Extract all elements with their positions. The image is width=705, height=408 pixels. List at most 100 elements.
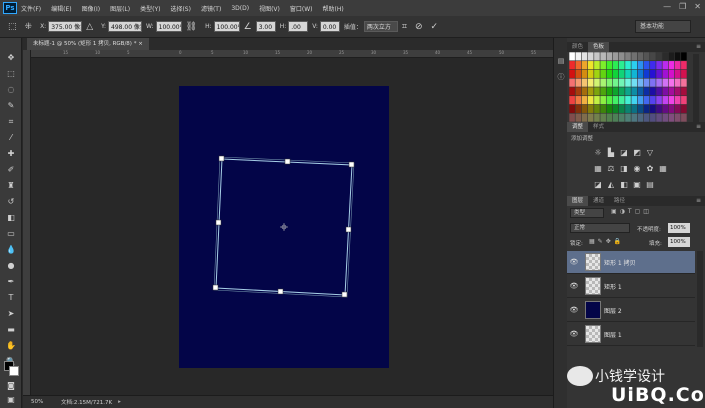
layers-scrollbar[interactable] [697,251,703,347]
visibility-eye-icon[interactable]: 👁 [567,282,581,290]
color-swatch[interactable] [612,113,619,122]
color-swatch[interactable] [668,78,675,87]
color-swatch[interactable] [662,78,669,87]
stamp-tool-icon[interactable]: ♜ [4,180,18,192]
gradient-map-icon[interactable]: ▤ [645,180,655,190]
color-swatch[interactable] [587,61,594,70]
close-icon[interactable]: ✕ [694,2,701,11]
color-swatch[interactable] [643,69,650,78]
color-swatch[interactable] [650,78,656,87]
color-swatch[interactable] [656,96,662,105]
color-swatch[interactable] [581,78,588,87]
color-swatch[interactable] [681,69,687,78]
warp-icon[interactable]: ⌗ [402,22,407,32]
color-lookup-icon[interactable]: ▦ [658,164,668,174]
eyedropper-tool-icon[interactable]: ⁄ [4,132,18,144]
history-brush-tool-icon[interactable]: ↺ [4,196,18,208]
photo-filter-icon[interactable]: ◉ [632,164,642,174]
visibility-eye-icon[interactable]: 👁 [567,306,581,314]
color-swatch[interactable] [600,61,606,70]
color-swatch[interactable] [656,78,662,87]
color-swatch[interactable] [625,69,631,78]
menu-file[interactable]: 文件(F) [21,4,41,13]
color-swatch[interactable] [575,87,582,96]
color-swatch[interactable] [581,87,588,96]
color-swatch[interactable] [656,69,662,78]
color-swatch[interactable] [662,52,669,61]
color-swatch[interactable] [650,52,656,61]
restore-icon[interactable]: ❐ [679,2,686,11]
color-swatch[interactable] [618,87,625,96]
color-swatch[interactable] [581,96,588,105]
quick-select-tool-icon[interactable]: ✎ [4,100,18,112]
color-swatch[interactable] [650,104,656,113]
color-swatch[interactable] [618,78,625,87]
color-swatch[interactable] [606,78,613,87]
color-swatch[interactable] [618,113,625,122]
color-swatch[interactable] [674,104,681,113]
color-swatch[interactable] [631,69,638,78]
invert-icon[interactable]: ◪ [593,180,603,190]
layer-row-rect-copy[interactable]: 👁 矩形 1 拷贝 [567,251,695,274]
color-swatch[interactable] [637,52,644,61]
color-swatch[interactable] [625,113,631,122]
color-swatch[interactable] [569,69,575,78]
color-swatch[interactable] [594,69,600,78]
hand-tool-icon[interactable]: ✋ [4,340,18,352]
color-swatch[interactable] [681,104,687,113]
color-swatch[interactable] [668,52,675,61]
color-swatch[interactable] [643,113,650,122]
color-swatch[interactable] [631,104,638,113]
y-position-field[interactable]: 498.00 像素 [108,21,143,32]
lasso-tool-icon[interactable]: ◌ [4,84,18,96]
color-swatch[interactable] [587,96,594,105]
color-swatch[interactable] [674,52,681,61]
zoom-level[interactable]: 50% [31,399,61,405]
color-swatch[interactable] [569,52,575,61]
color-swatch[interactable] [637,113,644,122]
color-swatch[interactable] [594,104,600,113]
layer-row-layer1[interactable]: 👁 图层 1 [567,323,695,346]
color-swatch[interactable] [662,61,669,70]
color-swatch[interactable] [656,52,662,61]
color-swatch[interactable] [625,52,631,61]
transform-center-icon[interactable] [280,223,288,231]
color-swatch[interactable] [681,113,687,122]
tab-styles[interactable]: 样式 [588,122,609,132]
healing-brush-tool-icon[interactable]: ✚ [4,148,18,160]
color-swatch[interactable] [606,87,613,96]
height-field[interactable]: 100.00% [213,21,240,32]
color-swatch[interactable] [587,69,594,78]
levels-icon[interactable]: ▙ [606,148,616,158]
color-swatch[interactable] [575,61,582,70]
color-swatch[interactable] [600,69,606,78]
color-swatch[interactable] [625,78,631,87]
color-swatch[interactable] [631,61,638,70]
menu-select[interactable]: 选择(S) [170,4,191,13]
menu-3d[interactable]: 3D(D) [231,5,249,12]
color-swatch[interactable] [656,61,662,70]
color-swatch[interactable] [637,96,644,105]
color-swatch[interactable] [606,61,613,70]
color-swatch[interactable] [606,96,613,105]
color-swatch[interactable] [581,104,588,113]
transform-handle-bottom[interactable] [277,288,284,295]
color-swatch[interactable] [606,113,613,122]
swatches-scrollbar[interactable] [693,54,699,124]
color-swatch[interactable] [618,61,625,70]
color-swatch[interactable] [650,96,656,105]
color-swatch[interactable] [643,104,650,113]
color-swatch[interactable] [600,113,606,122]
fill-field[interactable]: 100% [668,237,690,247]
color-swatch[interactable] [618,52,625,61]
transform-handle-top-right[interactable] [348,161,355,168]
menu-window[interactable]: 窗口(W) [290,4,313,13]
color-swatch[interactable] [600,87,606,96]
color-swatch[interactable] [575,96,582,105]
color-swatch[interactable] [674,78,681,87]
color-swatch[interactable] [668,69,675,78]
marquee-tool-icon[interactable]: ⬚ [4,68,18,80]
quick-mask-icon[interactable]: ◙ [4,380,18,392]
color-swatch[interactable] [581,69,588,78]
width-field[interactable]: 100.00% [155,21,182,32]
